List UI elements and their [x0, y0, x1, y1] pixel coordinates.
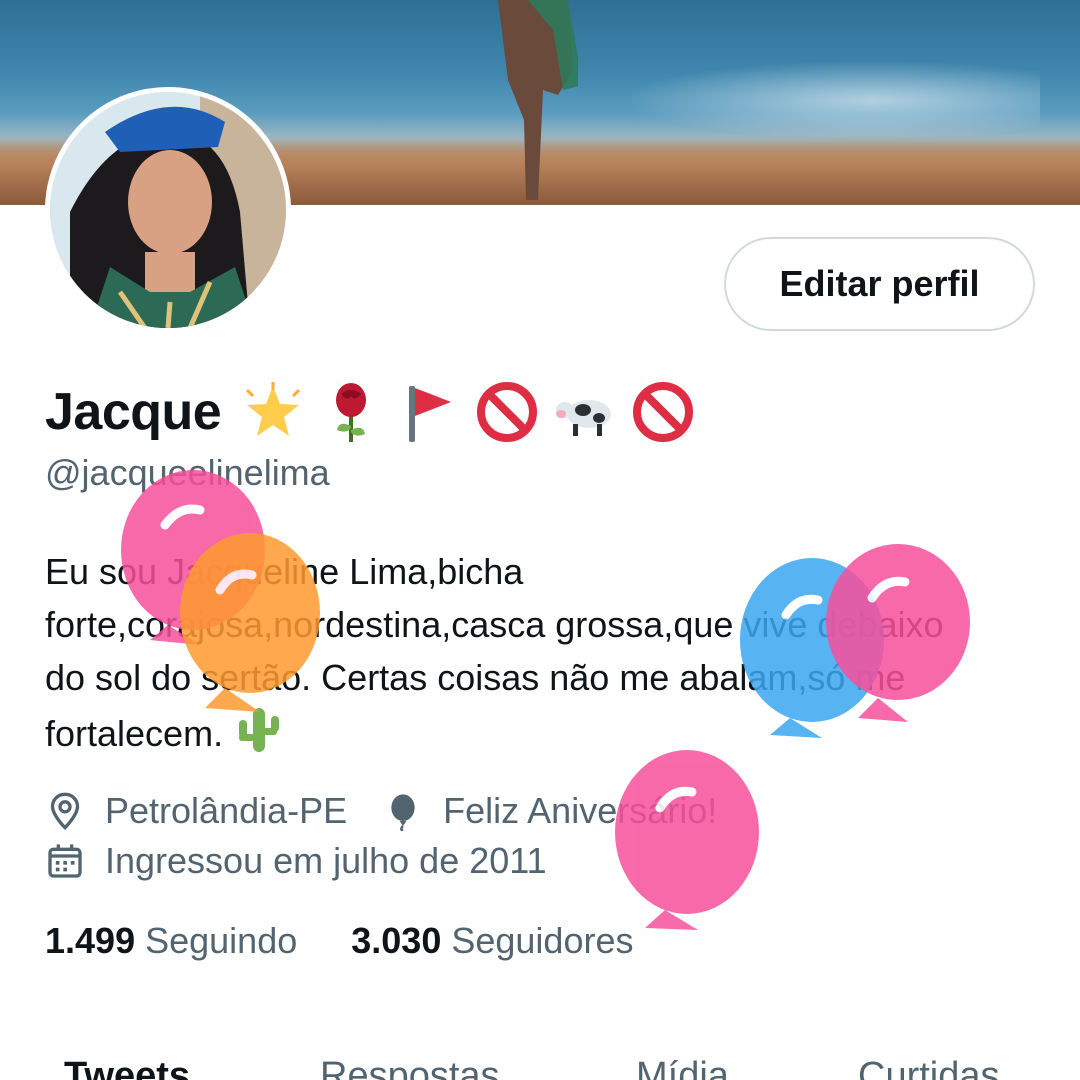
balloon-pink-3 [615, 750, 759, 930]
profile-name-row: Jacque [45, 372, 695, 452]
following-link[interactable]: 1.499 Seguindo [45, 920, 297, 962]
avatar-photo [50, 92, 286, 328]
profile-handle: @jacqueelinelima [45, 452, 330, 493]
followers-label: Seguidores [451, 920, 634, 961]
following-label: Seguindo [145, 920, 298, 961]
profile-meta-row: Petrolândia-PE Feliz Aniversário! [45, 790, 717, 832]
following-count: 1.499 [45, 920, 136, 961]
rose-icon [336, 383, 367, 442]
water-reflection [620, 60, 1040, 140]
avatar[interactable] [45, 87, 291, 333]
tab-tweets[interactable]: Tweets [64, 1055, 190, 1080]
joined-text: Ingressou em julho de 2011 [105, 840, 547, 881]
no-entry-icon [633, 382, 694, 442]
tab-curtidas[interactable]: Curtidas [858, 1055, 1000, 1080]
follow-stats: 1.499 Seguindo 3.030 Seguidores [45, 920, 634, 962]
profile-bio: Eu sou Jacqueline Lima,bicha forte,coraj… [45, 545, 945, 760]
no-entry-icon [477, 382, 538, 442]
joined-row: Ingressou em julho de 2011 [45, 840, 547, 882]
profile-tabs: Tweets Respostas Mídia Curtidas [0, 1055, 1080, 1080]
cow-icon [556, 400, 612, 436]
calendar-icon [48, 844, 82, 878]
followers-count: 3.030 [351, 920, 442, 961]
bio-text: Eu sou Jacqueline Lima,bicha forte,coraj… [45, 551, 944, 754]
tab-midia[interactable]: Mídia [636, 1055, 729, 1080]
glowing-star-icon [246, 382, 301, 436]
profile-name: Jacque [45, 383, 222, 441]
banner-person-figure [498, 0, 578, 200]
edit-profile-button[interactable]: Editar perfil [724, 237, 1035, 331]
cactus-icon [239, 708, 280, 752]
red-flag-icon [409, 386, 452, 442]
tab-respostas[interactable]: Respostas [320, 1055, 500, 1080]
followers-link[interactable]: 3.030 Seguidores [351, 920, 633, 962]
location-pin-icon [50, 792, 80, 831]
location-text: Petrolândia-PE [105, 790, 348, 831]
balloon-icon [391, 794, 415, 831]
birthday-text: Feliz Aniversário! [443, 790, 718, 831]
